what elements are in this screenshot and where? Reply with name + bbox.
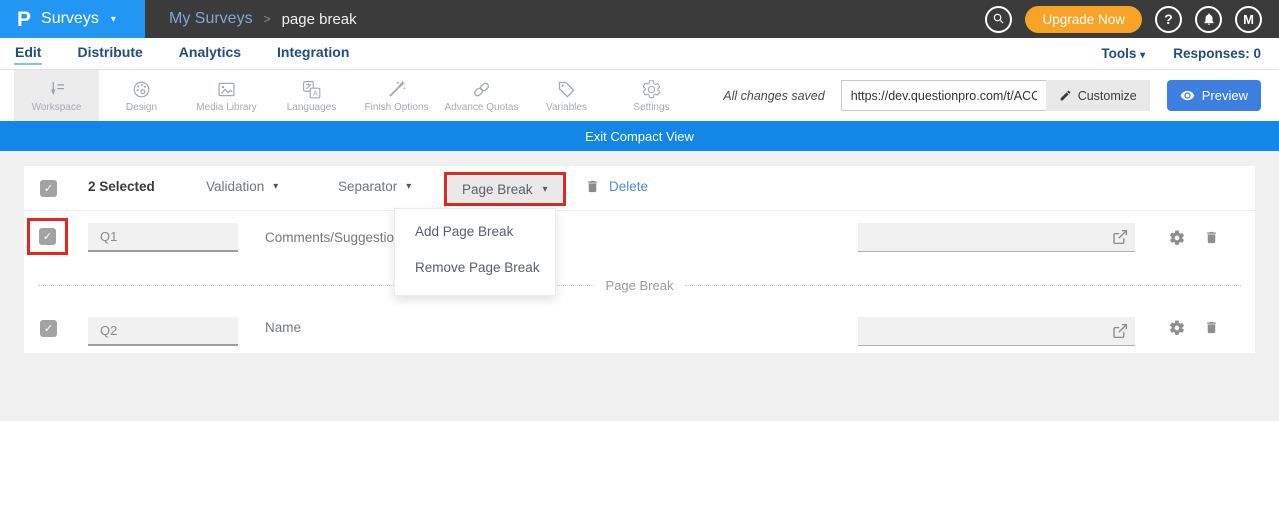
question-q2-answer-input[interactable]: [858, 317, 1135, 345]
tab-analytics[interactable]: Analytics: [178, 42, 242, 65]
upgrade-now-button[interactable]: Upgrade Now: [1025, 6, 1142, 33]
breadcrumb-my-surveys[interactable]: My Surveys: [169, 10, 253, 28]
svg-text:A: A: [313, 90, 318, 97]
tab-integration[interactable]: Integration: [276, 42, 350, 65]
tab-distribute[interactable]: Distribute: [76, 42, 143, 65]
breadcrumb-current-survey: page break: [282, 11, 357, 28]
question-settings-gear-icon[interactable]: [1168, 229, 1186, 247]
survey-nav-tabs: Edit Distribute Analytics Integration To…: [0, 38, 1279, 70]
page-break-divider: Page Break: [24, 265, 1255, 305]
question-q1-code-input[interactable]: [88, 223, 238, 252]
workspace-content: ✓ 2 Selected Validation▾ Separator▾ Page…: [0, 151, 1279, 421]
empty-footer: [0, 421, 1279, 518]
delete-selected-button[interactable]: Delete: [585, 178, 648, 195]
topbar-actions: Upgrade Now ? M: [985, 6, 1279, 33]
help-icon[interactable]: ?: [1155, 6, 1182, 33]
validation-dropdown[interactable]: Validation▾: [206, 179, 278, 194]
question-q1-text: Comments/Suggestions:: [265, 230, 412, 245]
ribbon-right: All changes saved Customize Preview: [723, 80, 1279, 111]
chevron-down-icon: ▾: [1140, 50, 1145, 61]
toolbar-item-languages[interactable]: A Languages: [269, 70, 354, 121]
pencil-icon: [1059, 89, 1072, 102]
bulk-selection-toolbar: ✓ 2 Selected Validation▾ Separator▾ Page…: [24, 166, 1255, 211]
question-row-q2: ✓ Name: [24, 305, 1255, 352]
question-q2-answer-field: [858, 317, 1135, 346]
toolbar-item-design[interactable]: Design: [99, 70, 184, 121]
select-all-checkbox[interactable]: ✓: [40, 180, 57, 197]
menu-item-remove-page-break[interactable]: Remove Page Break: [395, 250, 555, 286]
editor-toolbar: Workspace Design Media Library A Languag…: [0, 70, 1279, 121]
question-settings-gear-icon[interactable]: [1168, 319, 1186, 337]
surveys-product-menu[interactable]: P Surveys ▾: [0, 0, 145, 38]
external-link-icon[interactable]: [1111, 228, 1129, 246]
tab-edit[interactable]: Edit: [14, 42, 42, 65]
translate-icon: A: [301, 79, 322, 100]
divider-line: [685, 285, 1241, 286]
tag-icon: [556, 79, 577, 100]
question-list-card: ✓ 2 Selected Validation▾ Separator▾ Page…: [24, 166, 1255, 353]
product-name: Surveys: [41, 10, 99, 28]
search-icon[interactable]: [985, 6, 1012, 33]
breadcrumb: My Surveys > page break: [169, 10, 357, 28]
preview-button[interactable]: Preview: [1167, 80, 1261, 111]
chevron-down-icon: ▾: [406, 181, 411, 192]
question-q2-text: Name: [265, 320, 301, 335]
questionpro-logo-icon: P: [17, 9, 31, 30]
question-q1-checkbox[interactable]: ✓: [39, 228, 56, 245]
chain-link-icon: [471, 79, 492, 100]
page-break-dropdown[interactable]: Page Break▾: [448, 176, 562, 202]
survey-url-input[interactable]: [841, 80, 1046, 111]
toolbar-item-advance-quotas[interactable]: Advance Quotas: [439, 70, 524, 121]
toolbar-item-workspace[interactable]: Workspace: [14, 70, 99, 121]
notifications-bell-icon[interactable]: [1195, 6, 1222, 33]
toolbar-item-finish-options[interactable]: Finish Options: [354, 70, 439, 121]
check-icon: ✓: [43, 230, 52, 243]
workspace-pen-icon: [46, 79, 67, 100]
toolbar-item-settings[interactable]: Settings: [609, 70, 694, 121]
external-link-icon[interactable]: [1111, 322, 1129, 340]
gear-icon: [641, 79, 662, 100]
chevron-right-icon: >: [264, 12, 271, 26]
chevron-down-icon: ▾: [111, 14, 116, 25]
page-break-divider-label: Page Break: [606, 278, 674, 293]
top-bar: P Surveys ▾ My Surveys > page break Upgr…: [0, 0, 1279, 38]
selected-count-label: 2 Selected: [88, 179, 155, 194]
eye-icon: [1180, 88, 1195, 103]
survey-url-group: Customize: [841, 80, 1150, 111]
menu-item-add-page-break[interactable]: Add Page Break: [395, 214, 555, 250]
page-break-menu: Add Page Break Remove Page Break: [394, 208, 556, 296]
autosave-status: All changes saved: [723, 89, 824, 103]
toolbar-item-media-library[interactable]: Media Library: [184, 70, 269, 121]
separator-dropdown[interactable]: Separator▾: [338, 179, 411, 194]
exit-compact-view-banner[interactable]: Exit Compact View: [0, 121, 1279, 151]
question-q2-checkbox[interactable]: ✓: [40, 320, 57, 337]
question-q1-answer-input[interactable]: [858, 223, 1135, 251]
image-icon: [216, 79, 237, 100]
annotation-box: ✓: [27, 218, 68, 255]
responses-count[interactable]: Responses: 0: [1173, 46, 1261, 61]
customize-url-button[interactable]: Customize: [1046, 80, 1150, 111]
tools-dropdown[interactable]: Tools ▾: [1101, 46, 1145, 61]
palette-icon: [131, 79, 152, 100]
question-delete-trash-icon[interactable]: [1204, 319, 1219, 336]
question-q2-code-input[interactable]: [88, 317, 238, 346]
question-delete-trash-icon[interactable]: [1204, 229, 1219, 246]
nav-right: Tools ▾ Responses: 0: [1101, 46, 1261, 61]
chevron-down-icon: ▾: [273, 181, 278, 192]
trash-icon: [585, 178, 600, 195]
magic-wand-icon: [386, 79, 407, 100]
question-q1-answer-field: [858, 223, 1135, 252]
user-avatar[interactable]: M: [1235, 6, 1262, 33]
question-row-q1: ✓ Comments/Suggestions:: [24, 211, 1255, 265]
check-icon: ✓: [44, 182, 53, 195]
toolbar-item-variables[interactable]: Variables: [524, 70, 609, 121]
chevron-down-icon: ▾: [543, 184, 548, 195]
check-icon: ✓: [44, 322, 53, 335]
